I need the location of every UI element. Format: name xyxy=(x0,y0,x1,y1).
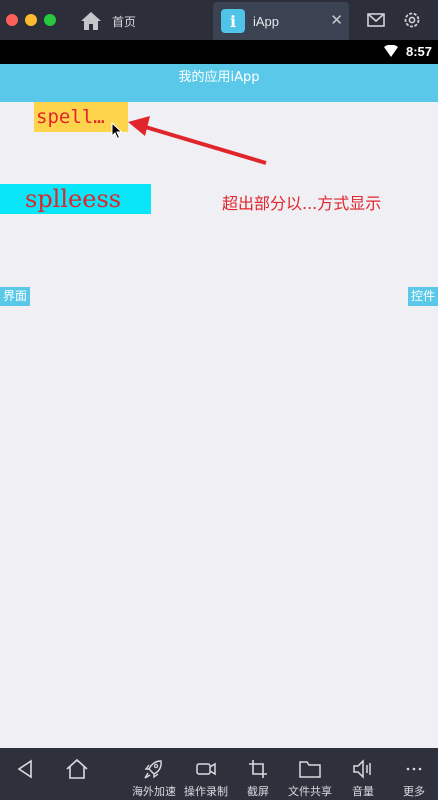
toolbar-label: 操作录制 xyxy=(184,785,228,798)
tab-home-label: 首页 xyxy=(112,14,137,29)
volume-icon xyxy=(353,759,371,779)
tab-home[interactable]: 首页 xyxy=(80,4,208,38)
full-text-view[interactable]: splleess xyxy=(0,184,151,214)
overseas-boost-button[interactable]: 海外加速 xyxy=(128,748,180,800)
wifi-icon xyxy=(384,45,398,57)
back-button[interactable] xyxy=(12,748,38,800)
more-icon xyxy=(406,767,422,771)
tab-iapp[interactable]: i iApp ✕ xyxy=(213,2,349,40)
toolbar-label: 海外加速 xyxy=(132,785,176,798)
crop-icon xyxy=(249,760,267,778)
mail-icon[interactable] xyxy=(366,10,386,30)
file-share-button[interactable]: 文件共享 xyxy=(284,748,336,800)
more-button[interactable]: 更多 xyxy=(398,748,430,800)
toolbar-label: 更多 xyxy=(403,785,425,798)
app-title: 我的应用iApp xyxy=(178,70,260,85)
status-time: 8:57 xyxy=(405,44,432,59)
toolbar-label: 音量 xyxy=(352,785,374,798)
window-minimize-button[interactable] xyxy=(25,14,37,26)
video-icon xyxy=(196,762,216,776)
volume-button[interactable]: 音量 xyxy=(346,748,380,800)
folder-icon xyxy=(299,761,321,778)
toolbar-label: 文件共享 xyxy=(288,785,332,798)
tab-close-icon[interactable]: ✕ xyxy=(330,11,343,29)
record-button[interactable]: 操作录制 xyxy=(180,748,232,800)
home-button[interactable] xyxy=(62,748,92,800)
android-status-bar: 8:57 xyxy=(0,40,438,64)
app-action-bar: 我的应用iApp xyxy=(0,64,438,102)
tab-iapp-label: iApp xyxy=(253,13,280,29)
settings-gear-icon[interactable] xyxy=(402,10,422,30)
emulator-titlebar: 首页 i iApp ✕ xyxy=(0,0,438,40)
rocket-icon xyxy=(144,760,162,779)
back-icon xyxy=(17,759,32,779)
home-tab-icon xyxy=(81,12,101,30)
window-maximize-button[interactable] xyxy=(44,14,56,26)
emulator-toolbar: 海外加速 操作录制 截屏 文件共享 音量 更多 xyxy=(0,748,438,800)
controls-tab-button[interactable]: 控件 xyxy=(407,287,438,306)
toolbar-label: 截屏 xyxy=(247,785,269,798)
window-close-button[interactable] xyxy=(6,14,18,26)
iapp-logo-icon: i xyxy=(221,9,245,33)
mouse-cursor-icon xyxy=(111,122,123,140)
interface-tab-button[interactable]: 界面 xyxy=(0,287,31,306)
home-icon xyxy=(66,758,88,779)
screenshot-button[interactable]: 截屏 xyxy=(240,748,276,800)
annotation-text: 超出部分以...方式显示 xyxy=(222,194,382,213)
